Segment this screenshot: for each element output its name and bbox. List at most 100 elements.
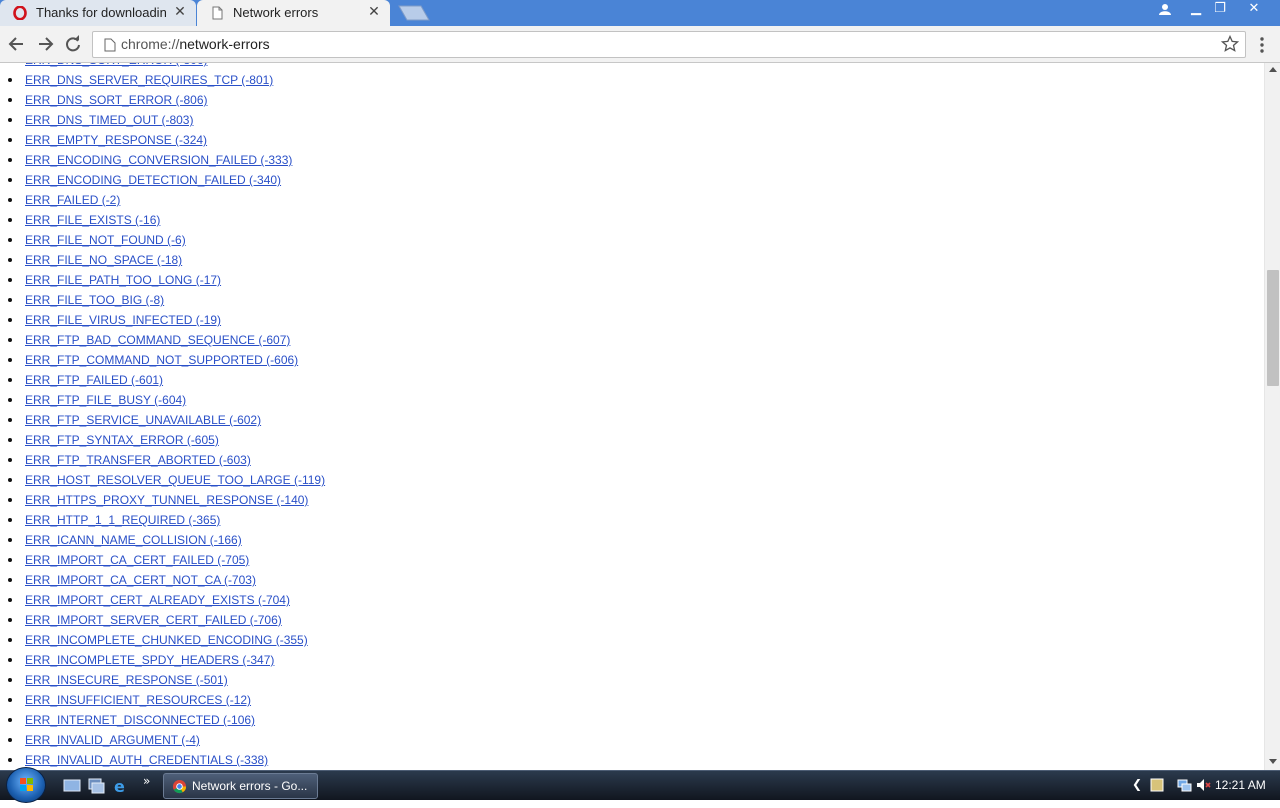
switch-windows-icon[interactable] xyxy=(87,777,105,795)
bullet-icon xyxy=(8,418,12,422)
close-window-button[interactable]: ✕ xyxy=(1241,0,1267,18)
address-bar[interactable]: chrome://network-errors xyxy=(92,31,1246,58)
bullet-icon xyxy=(8,698,12,702)
show-desktop-icon[interactable] xyxy=(63,777,81,795)
vertical-scrollbar[interactable] xyxy=(1264,63,1280,770)
error-link[interactable]: ERR_FAILED (-2) xyxy=(25,193,120,207)
error-link[interactable]: ERR_INCOMPLETE_CHUNKED_ENCODING (-355) xyxy=(25,633,308,647)
quick-launch-expand-icon[interactable]: » xyxy=(143,774,161,792)
forward-button[interactable] xyxy=(34,33,56,55)
back-button[interactable] xyxy=(6,33,28,55)
restore-button[interactable]: ❐ xyxy=(1207,0,1233,18)
error-link[interactable]: ERR_INVALID_AUTH_CREDENTIALS (-338) xyxy=(25,753,268,767)
error-link[interactable]: ERR_IMPORT_CA_CERT_NOT_CA (-703) xyxy=(25,573,256,587)
error-link[interactable]: ERR_FTP_SYNTAX_ERROR (-605) xyxy=(25,433,219,447)
bookmark-star-icon[interactable] xyxy=(1221,35,1239,53)
list-item: ERR_INTERNET_DISCONNECTED (-106) xyxy=(0,710,325,730)
reload-button[interactable] xyxy=(62,33,84,55)
list-item: ERR_HTTP_1_1_REQUIRED (-365) xyxy=(0,510,325,530)
bullet-icon xyxy=(8,638,12,642)
browser-toolbar: chrome://network-errors xyxy=(0,26,1280,63)
error-link[interactable]: ERR_IMPORT_CERT_ALREADY_EXISTS (-704) xyxy=(25,593,290,607)
close-icon[interactable]: ✕ xyxy=(172,4,188,20)
error-link[interactable]: ERR_HTTPS_PROXY_TUNNEL_RESPONSE (-140) xyxy=(25,493,308,507)
tray-expand-icon[interactable]: ❮ xyxy=(1132,777,1148,793)
error-link[interactable]: ERR_EMPTY_RESPONSE (-324) xyxy=(25,133,207,147)
error-link[interactable]: ERR_ICANN_NAME_COLLISION (-166) xyxy=(25,533,242,547)
error-link[interactable]: ERR_DNS_SORT_ERROR (-806) xyxy=(25,93,208,107)
error-link[interactable]: ERR_FTP_FAILED (-601) xyxy=(25,373,163,387)
error-link[interactable]: ERR_FILE_NOT_FOUND (-6) xyxy=(25,233,186,247)
taskbar-window-label: Network errors - Go... xyxy=(192,779,308,793)
tab-strip: Thanks for downloading ✕ Network errors … xyxy=(0,0,1280,26)
list-item: ERR_FTP_SERVICE_UNAVAILABLE (-602) xyxy=(0,410,325,430)
bullet-icon xyxy=(8,478,12,482)
error-link[interactable]: ERR_FILE_PATH_TOO_LONG (-17) xyxy=(25,273,221,287)
error-link[interactable]: ERR_IMPORT_SERVER_CERT_FAILED (-706) xyxy=(25,613,282,627)
error-link[interactable]: ERR_HTTP_1_1_REQUIRED (-365) xyxy=(25,513,220,527)
page-icon xyxy=(212,6,223,20)
list-item: ERR_FAILED (-2) xyxy=(0,190,325,210)
error-link[interactable]: ERR_FTP_COMMAND_NOT_SUPPORTED (-606) xyxy=(25,353,298,367)
list-item: ERR_IMPORT_SERVER_CERT_FAILED (-706) xyxy=(0,610,325,630)
list-item: ERR_FILE_EXISTS (-16) xyxy=(0,210,325,230)
list-item: ERR_INVALID_ARGUMENT (-4) xyxy=(0,730,325,750)
bullet-icon xyxy=(8,618,12,622)
scroll-thumb[interactable] xyxy=(1267,270,1279,386)
start-button[interactable] xyxy=(6,767,46,803)
url-text: chrome://network-errors xyxy=(121,36,270,52)
error-link[interactable]: ERR_FILE_TOO_BIG (-8) xyxy=(25,293,164,307)
error-link[interactable]: ERR_FTP_TRANSFER_ABORTED (-603) xyxy=(25,453,251,467)
error-link[interactable]: ERR_FTP_SERVICE_UNAVAILABLE (-602) xyxy=(25,413,261,427)
error-link[interactable]: ERR_ENCODING_CONVERSION_FAILED (-333) xyxy=(25,153,292,167)
error-link[interactable]: ERR_FILE_EXISTS (-16) xyxy=(25,213,160,227)
page-info-icon[interactable] xyxy=(104,38,116,52)
new-tab-button[interactable] xyxy=(398,5,430,21)
bullet-icon xyxy=(8,278,12,282)
error-link[interactable]: ERR_ENCODING_DETECTION_FAILED (-340) xyxy=(25,173,281,187)
error-link[interactable]: ERR_INSECURE_RESPONSE (-501) xyxy=(25,673,228,687)
error-link[interactable]: ERR_FILE_VIRUS_INFECTED (-19) xyxy=(25,313,221,327)
error-link[interactable]: ERR_IMPORT_CA_CERT_FAILED (-705) xyxy=(25,553,249,567)
error-link[interactable]: ERR_INVALID_ARGUMENT (-4) xyxy=(25,733,200,747)
list-item: ERR_IMPORT_CA_CERT_NOT_CA (-703) xyxy=(0,570,325,590)
bullet-icon xyxy=(8,378,12,382)
action-center-icon[interactable] xyxy=(1149,777,1165,793)
bullet-icon xyxy=(8,238,12,242)
error-link[interactable]: ERR_INTERNET_DISCONNECTED (-106) xyxy=(25,713,255,727)
error-link[interactable]: ERR_INCOMPLETE_SPDY_HEADERS (-347) xyxy=(25,653,274,667)
list-item: ERR_IMPORT_CERT_ALREADY_EXISTS (-704) xyxy=(0,590,325,610)
error-link[interactable]: ERR_DNS_SORT_ERROR (-806) xyxy=(25,63,208,67)
list-item: ERR_FILE_VIRUS_INFECTED (-19) xyxy=(0,310,325,330)
error-link[interactable]: ERR_FTP_BAD_COMMAND_SEQUENCE (-607) xyxy=(25,333,290,347)
error-link[interactable]: ERR_FTP_FILE_BUSY (-604) xyxy=(25,393,186,407)
tab-title: Network errors xyxy=(233,5,319,20)
bullet-icon xyxy=(8,678,12,682)
bullet-icon xyxy=(8,518,12,522)
menu-icon[interactable] xyxy=(1254,35,1270,55)
volume-muted-icon[interactable] xyxy=(1195,777,1211,793)
tab-network-errors[interactable]: Network errors ✕ xyxy=(197,0,390,26)
internet-explorer-icon[interactable]: e xyxy=(111,777,129,795)
tab-thanks-for-downloading[interactable]: Thanks for downloading ✕ xyxy=(0,0,196,26)
error-link[interactable]: ERR_HOST_RESOLVER_QUEUE_TOO_LARGE (-119) xyxy=(25,473,325,487)
svg-text:e: e xyxy=(114,777,125,795)
error-link[interactable]: ERR_DNS_SERVER_REQUIRES_TCP (-801) xyxy=(25,73,273,87)
profile-icon[interactable] xyxy=(1152,0,1178,18)
error-link[interactable]: ERR_INSUFFICIENT_RESOURCES (-12) xyxy=(25,693,251,707)
clock: 12:21 AM xyxy=(1215,778,1266,792)
network-icon[interactable] xyxy=(1176,777,1192,793)
error-link[interactable]: ERR_FILE_NO_SPACE (-18) xyxy=(25,253,182,267)
taskbar-chrome-window[interactable]: Network errors - Go... xyxy=(163,773,318,799)
list-item: ERR_FTP_FILE_BUSY (-604) xyxy=(0,390,325,410)
scroll-up-arrow-icon[interactable] xyxy=(1269,67,1277,72)
minimize-button[interactable]: ▁ xyxy=(1183,0,1209,18)
close-icon[interactable]: ✕ xyxy=(366,4,382,20)
list-item: ERR_INSECURE_RESPONSE (-501) xyxy=(0,670,325,690)
bullet-icon xyxy=(8,298,12,302)
scroll-down-arrow-icon[interactable] xyxy=(1269,759,1277,764)
bullet-icon xyxy=(8,258,12,262)
bullet-icon xyxy=(8,498,12,502)
bullet-icon xyxy=(8,98,12,102)
error-link[interactable]: ERR_DNS_TIMED_OUT (-803) xyxy=(25,113,193,127)
